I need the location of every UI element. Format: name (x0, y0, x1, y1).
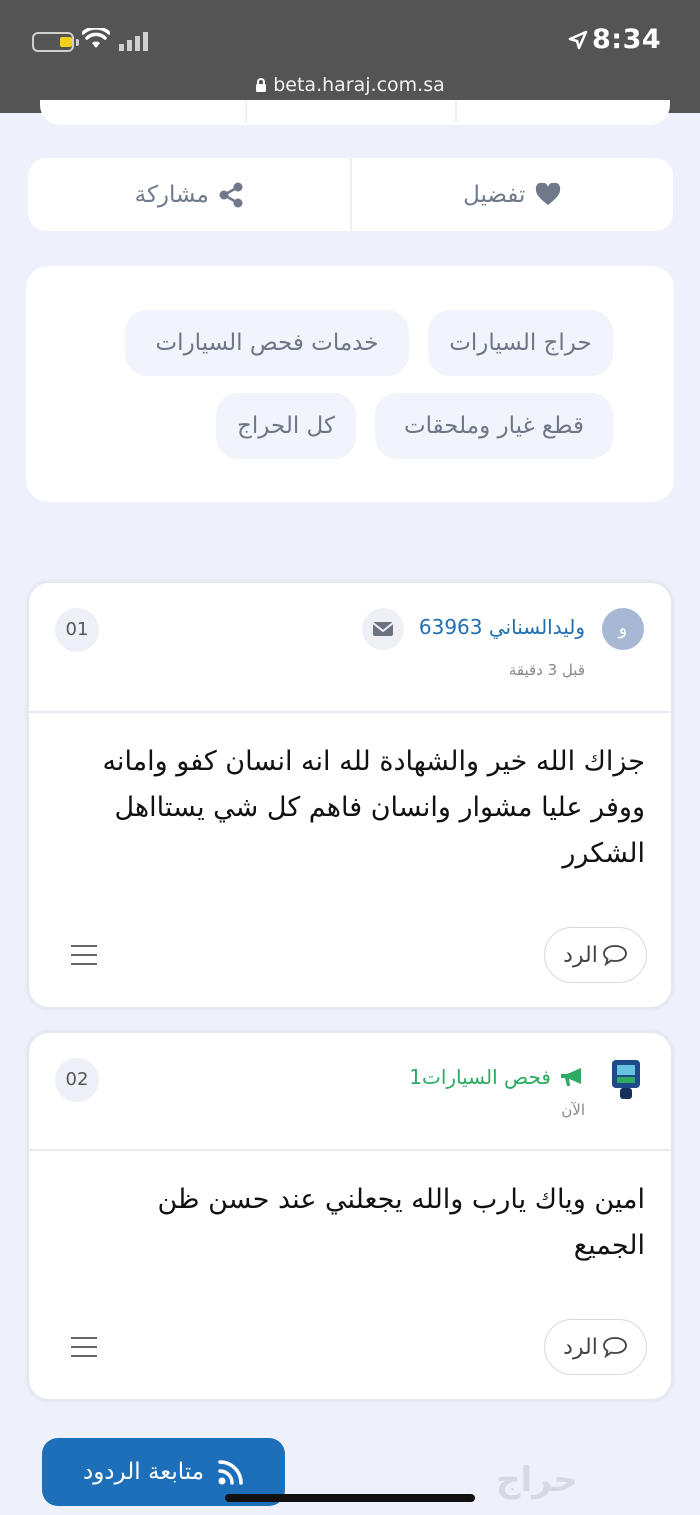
comment-card: 01 و وليدالسناني 63963 قبل 3 دقيقة جزاك … (27, 581, 673, 1009)
partial-card (40, 100, 670, 125)
lock-icon (256, 78, 267, 92)
share-label: مشاركة (134, 181, 209, 208)
wifi-icon (82, 28, 110, 48)
avatar[interactable]: و (602, 608, 644, 650)
favorite-button[interactable]: تفضيل (352, 158, 674, 231)
rss-icon (218, 1460, 243, 1485)
envelope-icon (372, 622, 394, 636)
comment-header: 02 فحص السيارات1 الآن (29, 1033, 671, 1151)
url-bar[interactable]: beta.haraj.com.sa (0, 74, 700, 96)
seller-avatar-icon[interactable] (608, 1059, 644, 1101)
comment-card: 02 فحص السيارات1 الآن امين وياك يارب وال… (27, 1031, 673, 1401)
ad-actions-card: مشاركة تفضيل (28, 158, 673, 231)
more-options-icon[interactable] (71, 1337, 97, 1364)
reply-button[interactable]: الرد (544, 927, 647, 983)
comment-text: امين وياك يارب والله يجعلني عند حسن ظن ا… (157, 1184, 645, 1261)
speech-bubble-icon (602, 1337, 627, 1358)
comment-time: قبل 3 دقيقة (508, 661, 585, 679)
comment-username-link[interactable]: فحص السيارات1 (409, 1065, 585, 1089)
reply-label: الرد (563, 1334, 598, 1360)
favorite-label: تفضيل (463, 181, 526, 208)
browser-top-bar: 8:34 beta.haraj.com.sa (0, 0, 700, 113)
comment-username: فحص السيارات1 (409, 1065, 551, 1089)
comment-header: 01 و وليدالسناني 63963 قبل 3 دقيقة (29, 583, 671, 713)
category-tags-card: حراج السيارات خدمات فحص السيارات قطع غيا… (26, 266, 674, 502)
megaphone-icon (561, 1068, 581, 1086)
share-button[interactable]: مشاركة (28, 158, 350, 231)
tag-parts-accessories[interactable]: قطع غيار وملحقات (375, 393, 613, 459)
reply-label: الرد (563, 942, 598, 968)
clock: 8:34 (592, 24, 662, 55)
location-arrow-icon (568, 30, 588, 50)
speech-bubble-icon (602, 945, 627, 966)
comment-number: 02 (55, 1058, 99, 1102)
tag-car-inspection-services[interactable]: خدمات فحص السيارات (125, 310, 409, 376)
cellular-signal-icon (119, 32, 148, 51)
heart-icon (536, 182, 561, 205)
haraj-watermark: حراج (496, 1460, 578, 1500)
url-text: beta.haraj.com.sa (273, 74, 445, 96)
share-icon (219, 182, 243, 207)
comment-time: الآن (561, 1101, 585, 1119)
battery-icon (32, 32, 79, 52)
reply-button[interactable]: الرد (544, 1319, 647, 1375)
home-indicator (225, 1494, 475, 1502)
message-button[interactable] (362, 608, 404, 650)
comment-text: جزاك الله خير والشهادة لله انه انسان كفو… (102, 746, 645, 869)
follow-replies-label: متابعة الردود (82, 1459, 205, 1485)
comment-username[interactable]: وليدالسناني 63963 (419, 615, 585, 639)
more-options-icon[interactable] (71, 945, 97, 972)
comment-number: 01 (55, 608, 99, 652)
tag-haraj-cars[interactable]: حراج السيارات (428, 310, 613, 376)
tag-all-haraj[interactable]: كل الحراج (216, 393, 356, 459)
